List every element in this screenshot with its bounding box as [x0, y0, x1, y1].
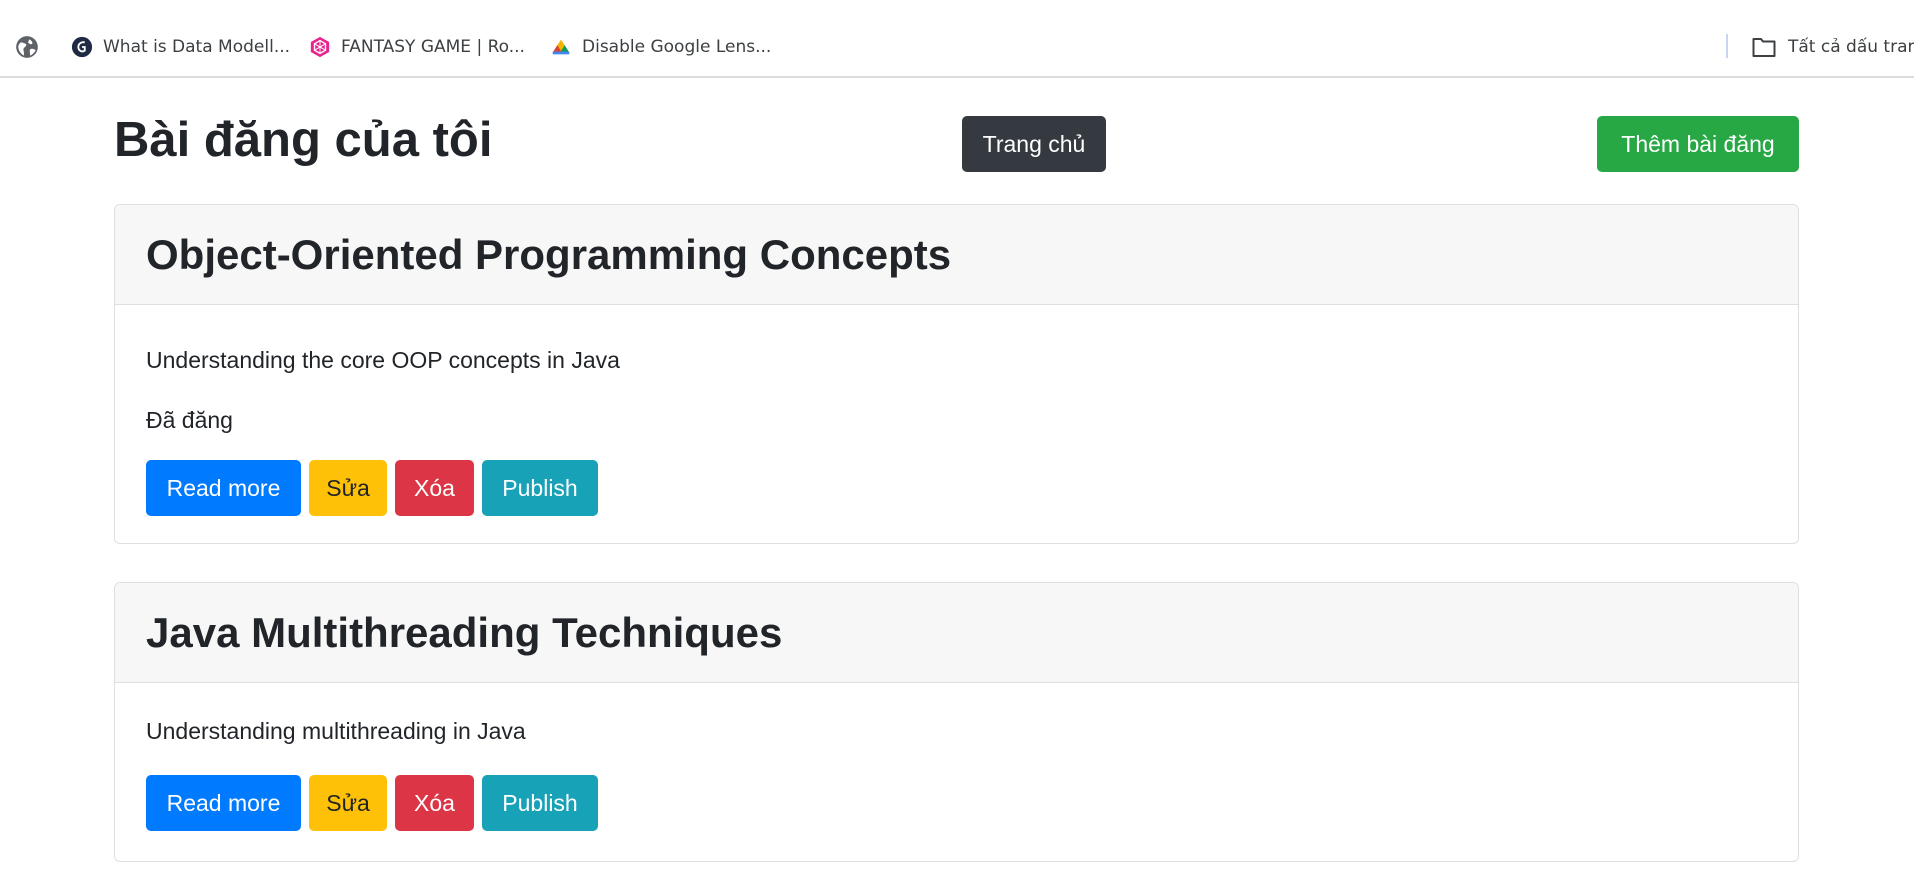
post-card-header: Java Multithreading Techniques — [115, 583, 1798, 683]
fantasy-game-favicon-icon — [310, 36, 330, 58]
bookmark-label: Disable Google Lens... — [582, 37, 772, 57]
post-description: Understanding the core OOP concepts in J… — [146, 347, 620, 373]
add-post-button[interactable]: Thêm bài đăng — [1597, 116, 1799, 172]
post-card: Object-Oriented Programming Concepts Und… — [114, 204, 1799, 544]
bookmark-label: What is Data Modell... — [103, 37, 291, 57]
edit-button[interactable]: Sửa — [309, 775, 387, 831]
post-card-header: Object-Oriented Programming Concepts — [115, 205, 1798, 305]
globe-icon[interactable] — [14, 34, 40, 60]
data-modeling-favicon-icon — [71, 36, 93, 58]
publish-button[interactable]: Publish — [482, 460, 598, 516]
post-card: Java Multithreading Techniques Understan… — [114, 582, 1799, 862]
edit-button[interactable]: Sửa — [309, 460, 387, 516]
bookmark-disable-google-lens[interactable]: Disable Google Lens... — [550, 34, 771, 60]
publish-button[interactable]: Publish — [482, 775, 598, 831]
post-actions: Read more Sửa Xóa Publish — [146, 775, 598, 831]
bookmarks-divider — [1726, 34, 1728, 58]
delete-button[interactable]: Xóa — [395, 460, 474, 516]
folder-icon — [1752, 38, 1776, 57]
read-more-button[interactable]: Read more — [146, 775, 301, 831]
post-title: Java Multithreading Techniques — [146, 609, 783, 656]
chrome-favicon-icon — [552, 39, 570, 55]
all-bookmarks[interactable]: Tất cả dấu trang — [1752, 34, 1914, 60]
home-button[interactable]: Trang chủ — [962, 116, 1106, 172]
read-more-button[interactable]: Read more — [146, 460, 301, 516]
bookmark-data-modelling[interactable]: What is Data Modell... — [71, 34, 290, 60]
delete-button[interactable]: Xóa — [395, 775, 474, 831]
post-title: Object-Oriented Programming Concepts — [146, 231, 952, 278]
bookmark-label: FANTASY GAME | Ro... — [341, 37, 525, 57]
post-description: Understanding multithreading in Java — [146, 718, 526, 744]
post-status: Đã đăng — [146, 407, 233, 433]
post-actions: Read more Sửa Xóa Publish — [146, 460, 598, 516]
bookmarks-bar: What is Data Modell... FANTASY GAME | Ro… — [0, 0, 1914, 78]
page-title: Bài đăng của tôi — [114, 113, 493, 167]
all-bookmarks-label: Tất cả dấu trang — [1788, 37, 1914, 57]
bookmark-fantasy-game[interactable]: FANTASY GAME | Ro... — [309, 34, 525, 60]
